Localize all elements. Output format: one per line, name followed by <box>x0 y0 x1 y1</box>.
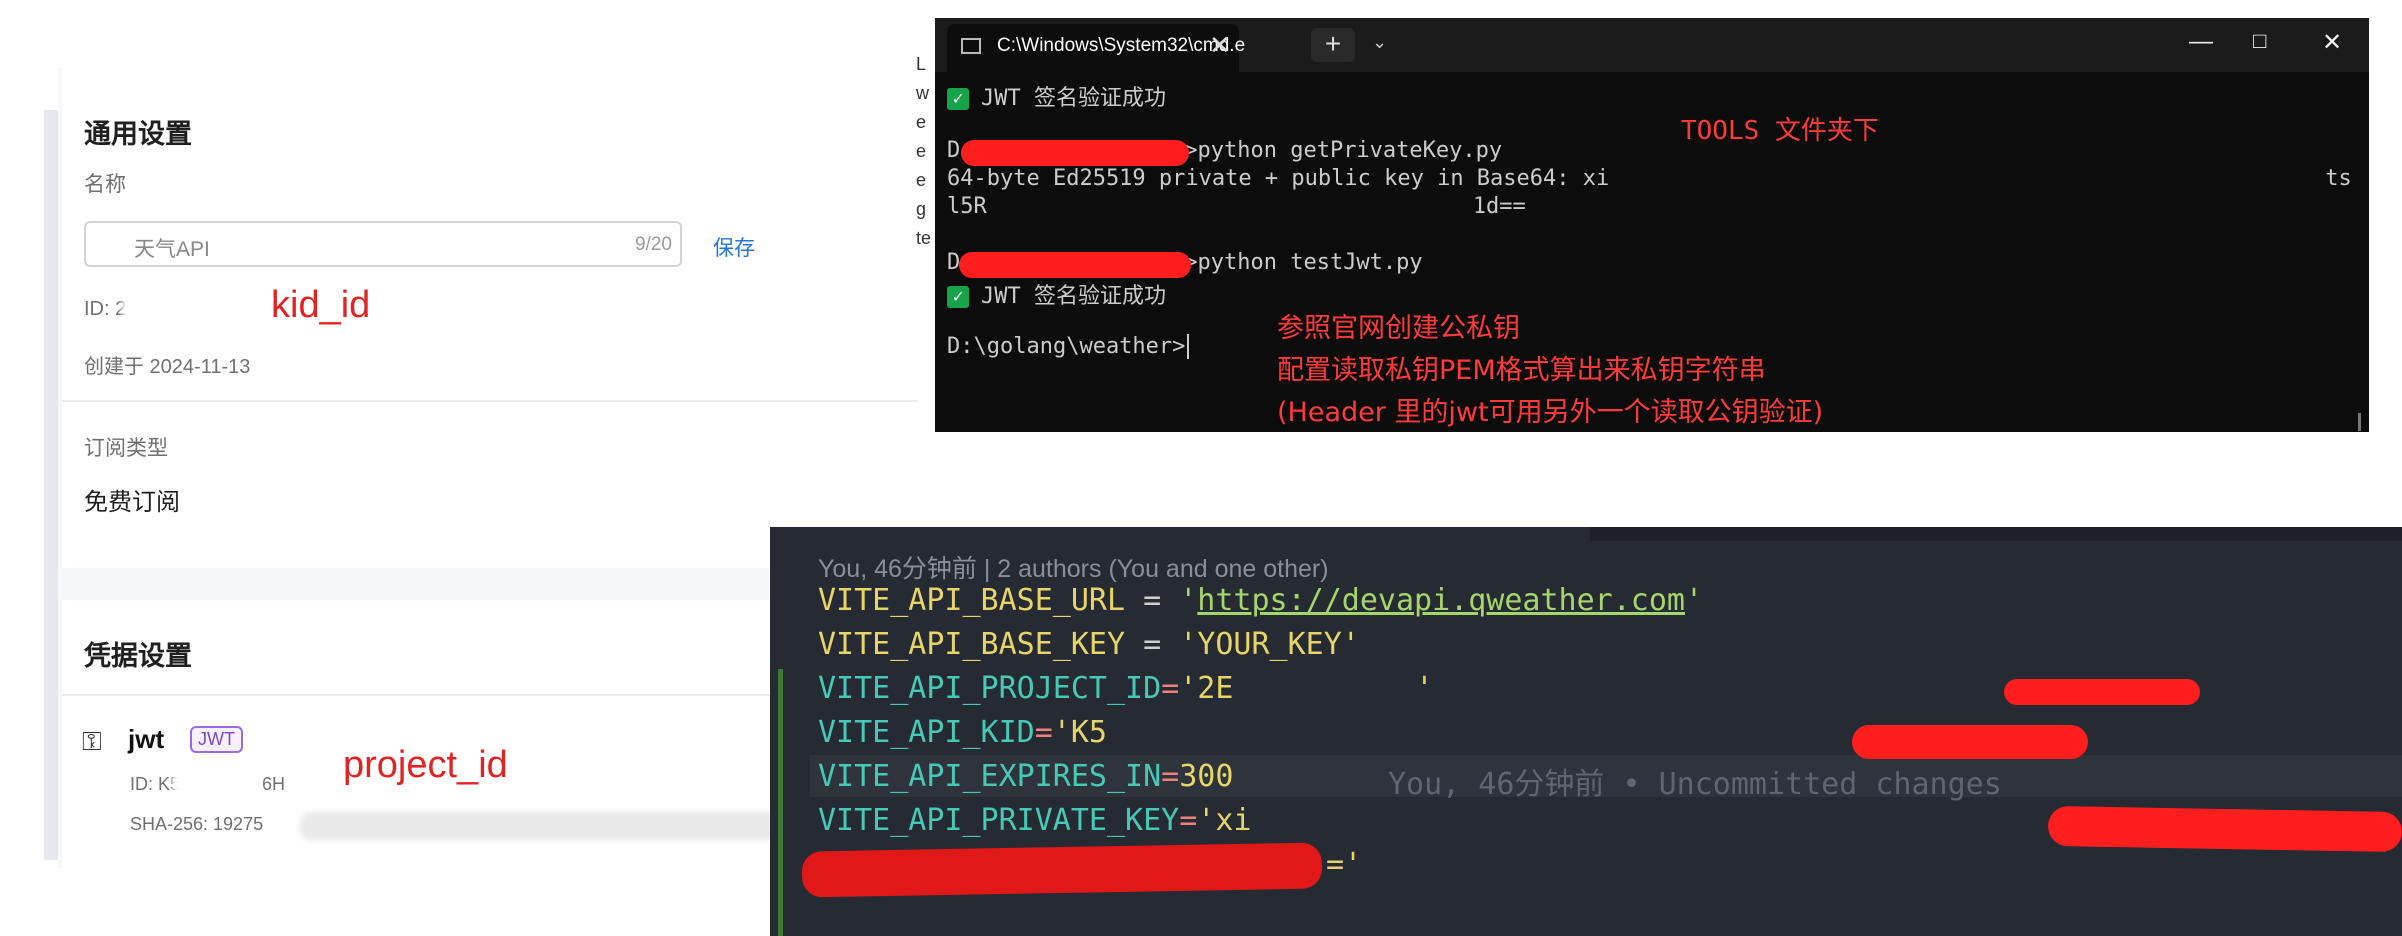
strip-letter: g <box>916 199 927 219</box>
code-line[interactable]: VITE_API_BASE_KEY = 'YOUR_KEY' <box>818 627 1360 662</box>
url-link[interactable]: https://devapi.qweather.com <box>1197 583 1685 618</box>
background-text-strip: L w e e e g te <box>916 14 934 274</box>
name-char-count: 9/20 <box>635 234 672 255</box>
close-icon[interactable]: ✕ <box>1209 30 1231 61</box>
minimize-button[interactable]: — <box>2189 28 2213 56</box>
git-change-gutter <box>778 669 783 936</box>
cmd-window: C:\Windows\System32\cmd.e ✕ + ⌄ — □ ✕ ✓ J… <box>935 18 2369 432</box>
code-line[interactable]: VITE_API_PROJECT_ID='2E ' <box>818 671 1433 706</box>
check-icon: ✓ <box>947 88 969 110</box>
strip-letter: e <box>916 141 927 161</box>
strip-letter: w <box>916 83 929 103</box>
code-editor: You, 46分钟前 | 2 authors (You and one othe… <box>770 527 2402 936</box>
code-line[interactable]: VITE_API_EXPIRES_IN=300 <box>818 759 1233 794</box>
close-window-button[interactable]: ✕ <box>2322 28 2342 57</box>
redaction-blur <box>1615 166 2325 194</box>
project-annotation: project_id <box>343 744 508 786</box>
credential-name[interactable]: jwt <box>128 724 164 755</box>
scrollbar[interactable] <box>2358 413 2361 431</box>
name-label: 名称 <box>84 173 126 196</box>
key-icon: ⚿ <box>82 726 102 756</box>
tab-title: C:\Windows\System32\cmd.e <box>997 35 1246 56</box>
terminal-line: ✓ JWT 签名验证成功 <box>947 278 1166 310</box>
code-line[interactable]: VITE_API_BASE_URL = 'https://devapi.qwea… <box>818 583 1703 618</box>
strip-letter: te <box>916 228 932 248</box>
editor-toolbar-strip <box>1590 527 2402 541</box>
code-line[interactable]: VITE_API_PRIVATE_KEY='xi <box>818 803 1251 838</box>
note-line: (Header 里的jwt可用另外一个读取公钥验证) <box>1277 397 1824 428</box>
redaction-scribble <box>961 140 1189 166</box>
inline-blame-ghost-text: You, 46分钟前 • Uncommitted changes <box>1388 767 2002 802</box>
created-date: 创建于 2024-11-13 <box>84 356 251 378</box>
subscription-label: 订阅类型 <box>84 437 168 460</box>
maximize-button[interactable]: □ <box>2253 28 2266 54</box>
redaction-scribble <box>1852 725 2088 759</box>
left-rail <box>44 110 58 860</box>
note-line: 参照官网创建公私钥 <box>1277 313 1520 344</box>
name-input[interactable]: 天气API 9/20 <box>84 221 682 267</box>
credential-id-tail: 6H <box>262 774 286 794</box>
redaction-scribble <box>2004 679 2200 705</box>
new-tab-button[interactable]: + <box>1311 28 1355 62</box>
codelens-blame[interactable]: You, 46分钟前 | 2 authors (You and one othe… <box>818 549 1329 585</box>
title-bar: C:\Windows\System32\cmd.e ✕ + ⌄ — □ ✕ <box>935 18 2369 72</box>
terminal-line: ✓ JWT 签名验证成功 <box>947 80 1166 112</box>
credential-settings-title: 凭据设置 <box>84 641 192 671</box>
redaction-mask <box>172 770 260 796</box>
terminal-tab[interactable]: C:\Windows\System32\cmd.e ✕ <box>947 24 1245 72</box>
name-input-value: 天气API <box>134 238 210 261</box>
jwt-badge: JWT <box>190 726 243 753</box>
redaction-scribble <box>959 252 1191 278</box>
redaction-scribble <box>2047 805 2402 853</box>
general-settings-title: 通用设置 <box>84 119 192 149</box>
subscription-value: 免费订阅 <box>84 489 180 516</box>
save-button[interactable]: 保存 <box>713 232 755 262</box>
strip-letter: L <box>916 54 927 74</box>
section-divider <box>62 400 918 402</box>
redaction-mask <box>122 294 248 322</box>
strip-letter: e <box>916 170 927 190</box>
chevron-down-icon[interactable]: ⌄ <box>1372 32 1387 53</box>
strip-letter: e <box>916 112 927 132</box>
kid-annotation: kid_id <box>271 284 371 326</box>
check-icon: ✓ <box>947 286 969 308</box>
redaction-scribble <box>801 842 1323 898</box>
credential-sha: SHA-256: 19275 <box>130 814 264 834</box>
terminal-icon <box>961 38 981 54</box>
redaction-smudge <box>300 812 780 840</box>
terminal-prompt[interactable]: D:\golang\weather> <box>947 334 1190 359</box>
note-line: 配置读取私钥PEM格式算出来私钥字符串 <box>1277 355 1766 386</box>
tools-annotation: TOOLS 文件夹下 <box>1681 116 1879 146</box>
redaction-blur <box>995 194 1475 220</box>
code-line[interactable]: VITE_API_KID='K5 <box>818 715 1107 750</box>
